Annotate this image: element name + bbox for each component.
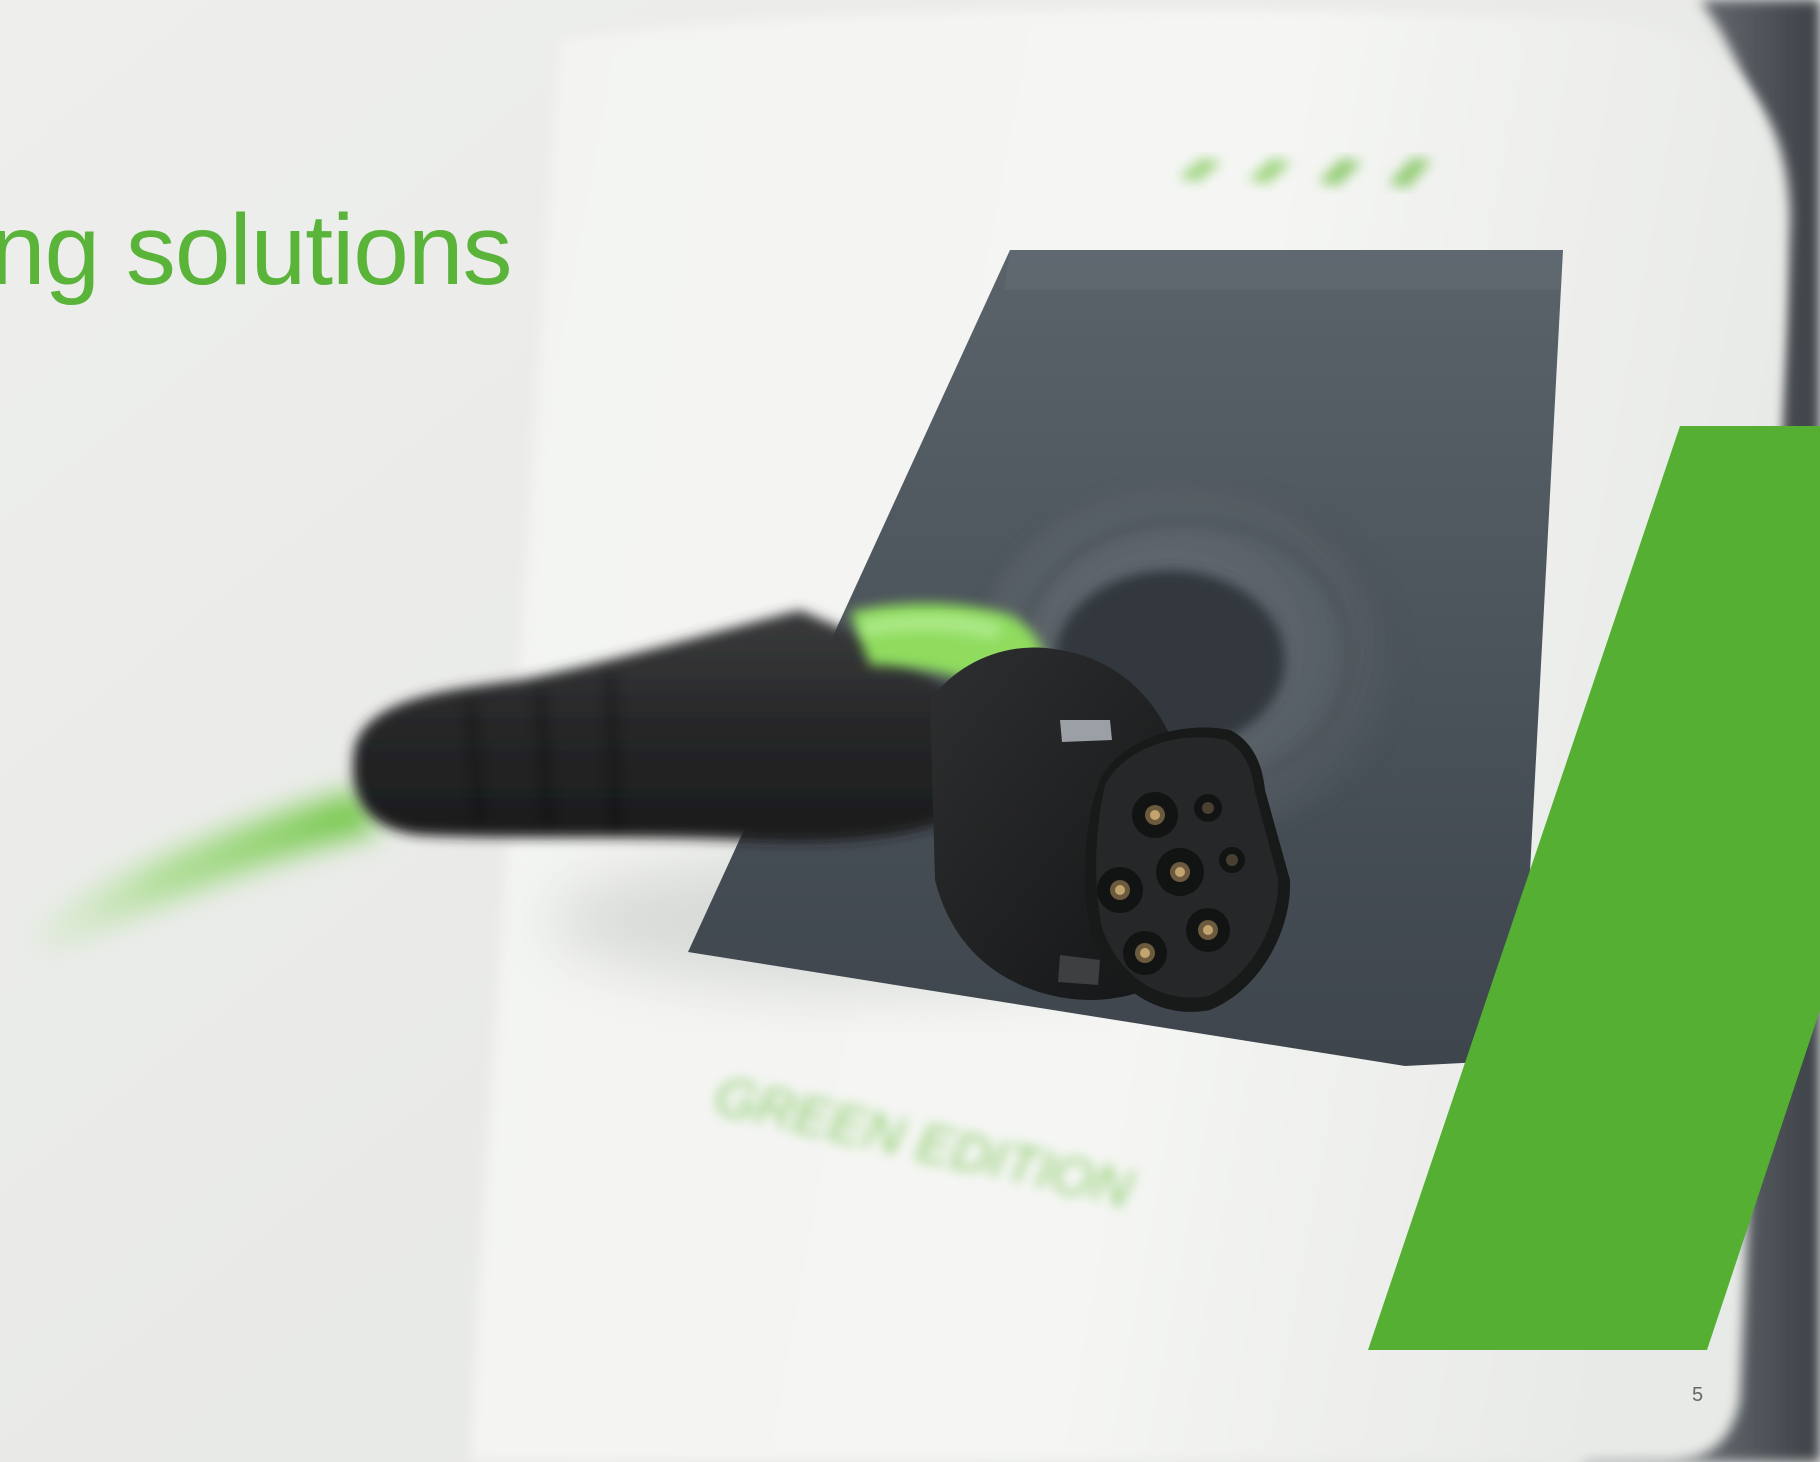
page-number: 5 [1692, 1384, 1704, 1406]
brochure-page: GREEN EDITION ging solutions 5 [0, 0, 1820, 1462]
page-title: ging solutions [0, 194, 513, 306]
